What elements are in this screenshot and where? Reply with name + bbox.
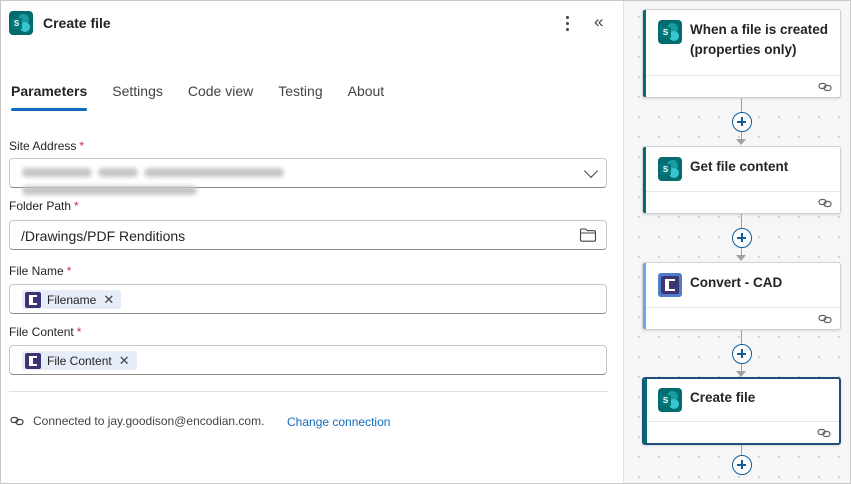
- tab-testing[interactable]: Testing: [278, 81, 322, 111]
- connection-status-text: Connected to jay.goodison@encodian.com.: [33, 414, 265, 428]
- site-address-label: Site Address *: [9, 139, 84, 153]
- step-title: Convert - CAD: [690, 275, 783, 290]
- panel-header: S Create file «: [9, 11, 616, 37]
- collapse-panel-icon[interactable]: «: [594, 12, 604, 32]
- folder-icon[interactable]: [579, 227, 597, 243]
- tab-parameters[interactable]: Parameters: [11, 81, 88, 111]
- required-marker: *: [79, 139, 85, 153]
- step-title: When a file is created (properties only): [690, 22, 829, 57]
- tab-code-view[interactable]: Code view: [188, 81, 253, 111]
- connector-line: [741, 98, 742, 112]
- encodian-icon: [25, 352, 41, 369]
- connection-link-icon: [10, 416, 24, 426]
- encodian-icon: [25, 291, 41, 308]
- connection-link-icon: [818, 198, 832, 208]
- folder-path-input[interactable]: /Drawings/PDF Renditions: [9, 220, 607, 250]
- flow-step-convert-cad[interactable]: Convert - CAD: [642, 262, 841, 330]
- site-address-label-text: Site Address: [9, 139, 77, 153]
- folder-path-label: Folder Path *: [9, 199, 79, 213]
- filename-token[interactable]: Filename ✕: [22, 290, 122, 309]
- action-details-panel: S Create file « Parameters Settings Code…: [1, 1, 624, 483]
- site-address-dropdown[interactable]: [9, 158, 607, 195]
- flow-step-create-file[interactable]: S Create file: [642, 377, 841, 445]
- connector-arrow-icon: [736, 255, 746, 261]
- file-name-input[interactable]: Filename ✕: [9, 284, 607, 314]
- required-marker: *: [74, 199, 79, 213]
- flow-step-get-file-content[interactable]: S Get file content: [642, 146, 841, 214]
- step-title: Get file content: [690, 159, 789, 174]
- connector-line: [741, 445, 742, 455]
- required-marker: *: [76, 325, 82, 339]
- panel-title: Create file: [43, 15, 111, 31]
- chevron-down-icon[interactable]: [583, 163, 599, 179]
- encodian-icon: [658, 273, 682, 297]
- add-step-icon[interactable]: [732, 455, 752, 475]
- add-step-icon[interactable]: [732, 112, 752, 132]
- remove-token-icon[interactable]: ✕: [103, 293, 114, 306]
- site-address-redacted-value: [22, 168, 470, 195]
- connection-link-icon: [817, 428, 831, 438]
- app-window: S Create file « Parameters Settings Code…: [0, 0, 851, 484]
- flow-designer-canvas[interactable]: S When a file is created (properties onl…: [625, 1, 850, 483]
- connection-link-icon: [818, 314, 832, 324]
- change-connection-link[interactable]: Change connection: [287, 415, 390, 429]
- connector-line: [741, 214, 742, 228]
- sharepoint-icon: S: [658, 157, 682, 181]
- divider: [9, 391, 608, 392]
- step-footer: [647, 421, 839, 443]
- file-content-label: File Content *: [9, 325, 81, 339]
- panel-tabs: Parameters Settings Code view Testing Ab…: [11, 81, 409, 113]
- more-options-icon[interactable]: [560, 13, 574, 33]
- tab-about[interactable]: About: [348, 81, 385, 111]
- connection-link-icon: [818, 82, 832, 92]
- connector-arrow-icon: [736, 139, 746, 145]
- add-step-icon[interactable]: [732, 344, 752, 364]
- sharepoint-icon: S: [658, 388, 682, 412]
- step-title: Create file: [690, 390, 756, 405]
- remove-token-icon[interactable]: ✕: [119, 354, 130, 367]
- file-name-label: File Name *: [9, 264, 71, 278]
- folder-path-value: /Drawings/PDF Renditions: [21, 228, 186, 244]
- required-marker: *: [66, 264, 72, 278]
- connector-line: [741, 330, 742, 344]
- step-footer: [646, 307, 840, 329]
- file-content-label-text: File Content: [9, 325, 74, 339]
- step-footer: [646, 191, 840, 213]
- file-content-input[interactable]: File Content ✕: [9, 345, 607, 375]
- folder-path-label-text: Folder Path: [9, 199, 72, 213]
- step-footer: [646, 75, 840, 97]
- add-step-icon[interactable]: [732, 228, 752, 248]
- file-content-token[interactable]: File Content ✕: [22, 351, 137, 370]
- file-content-token-label: File Content: [47, 353, 112, 368]
- filename-token-label: Filename: [47, 292, 97, 307]
- tab-settings[interactable]: Settings: [112, 81, 163, 111]
- sharepoint-icon: S: [9, 11, 33, 35]
- sharepoint-icon: S: [658, 20, 682, 44]
- flow-step-when-file-created[interactable]: S When a file is created (properties onl…: [642, 9, 841, 98]
- file-name-label-text: File Name: [9, 264, 64, 278]
